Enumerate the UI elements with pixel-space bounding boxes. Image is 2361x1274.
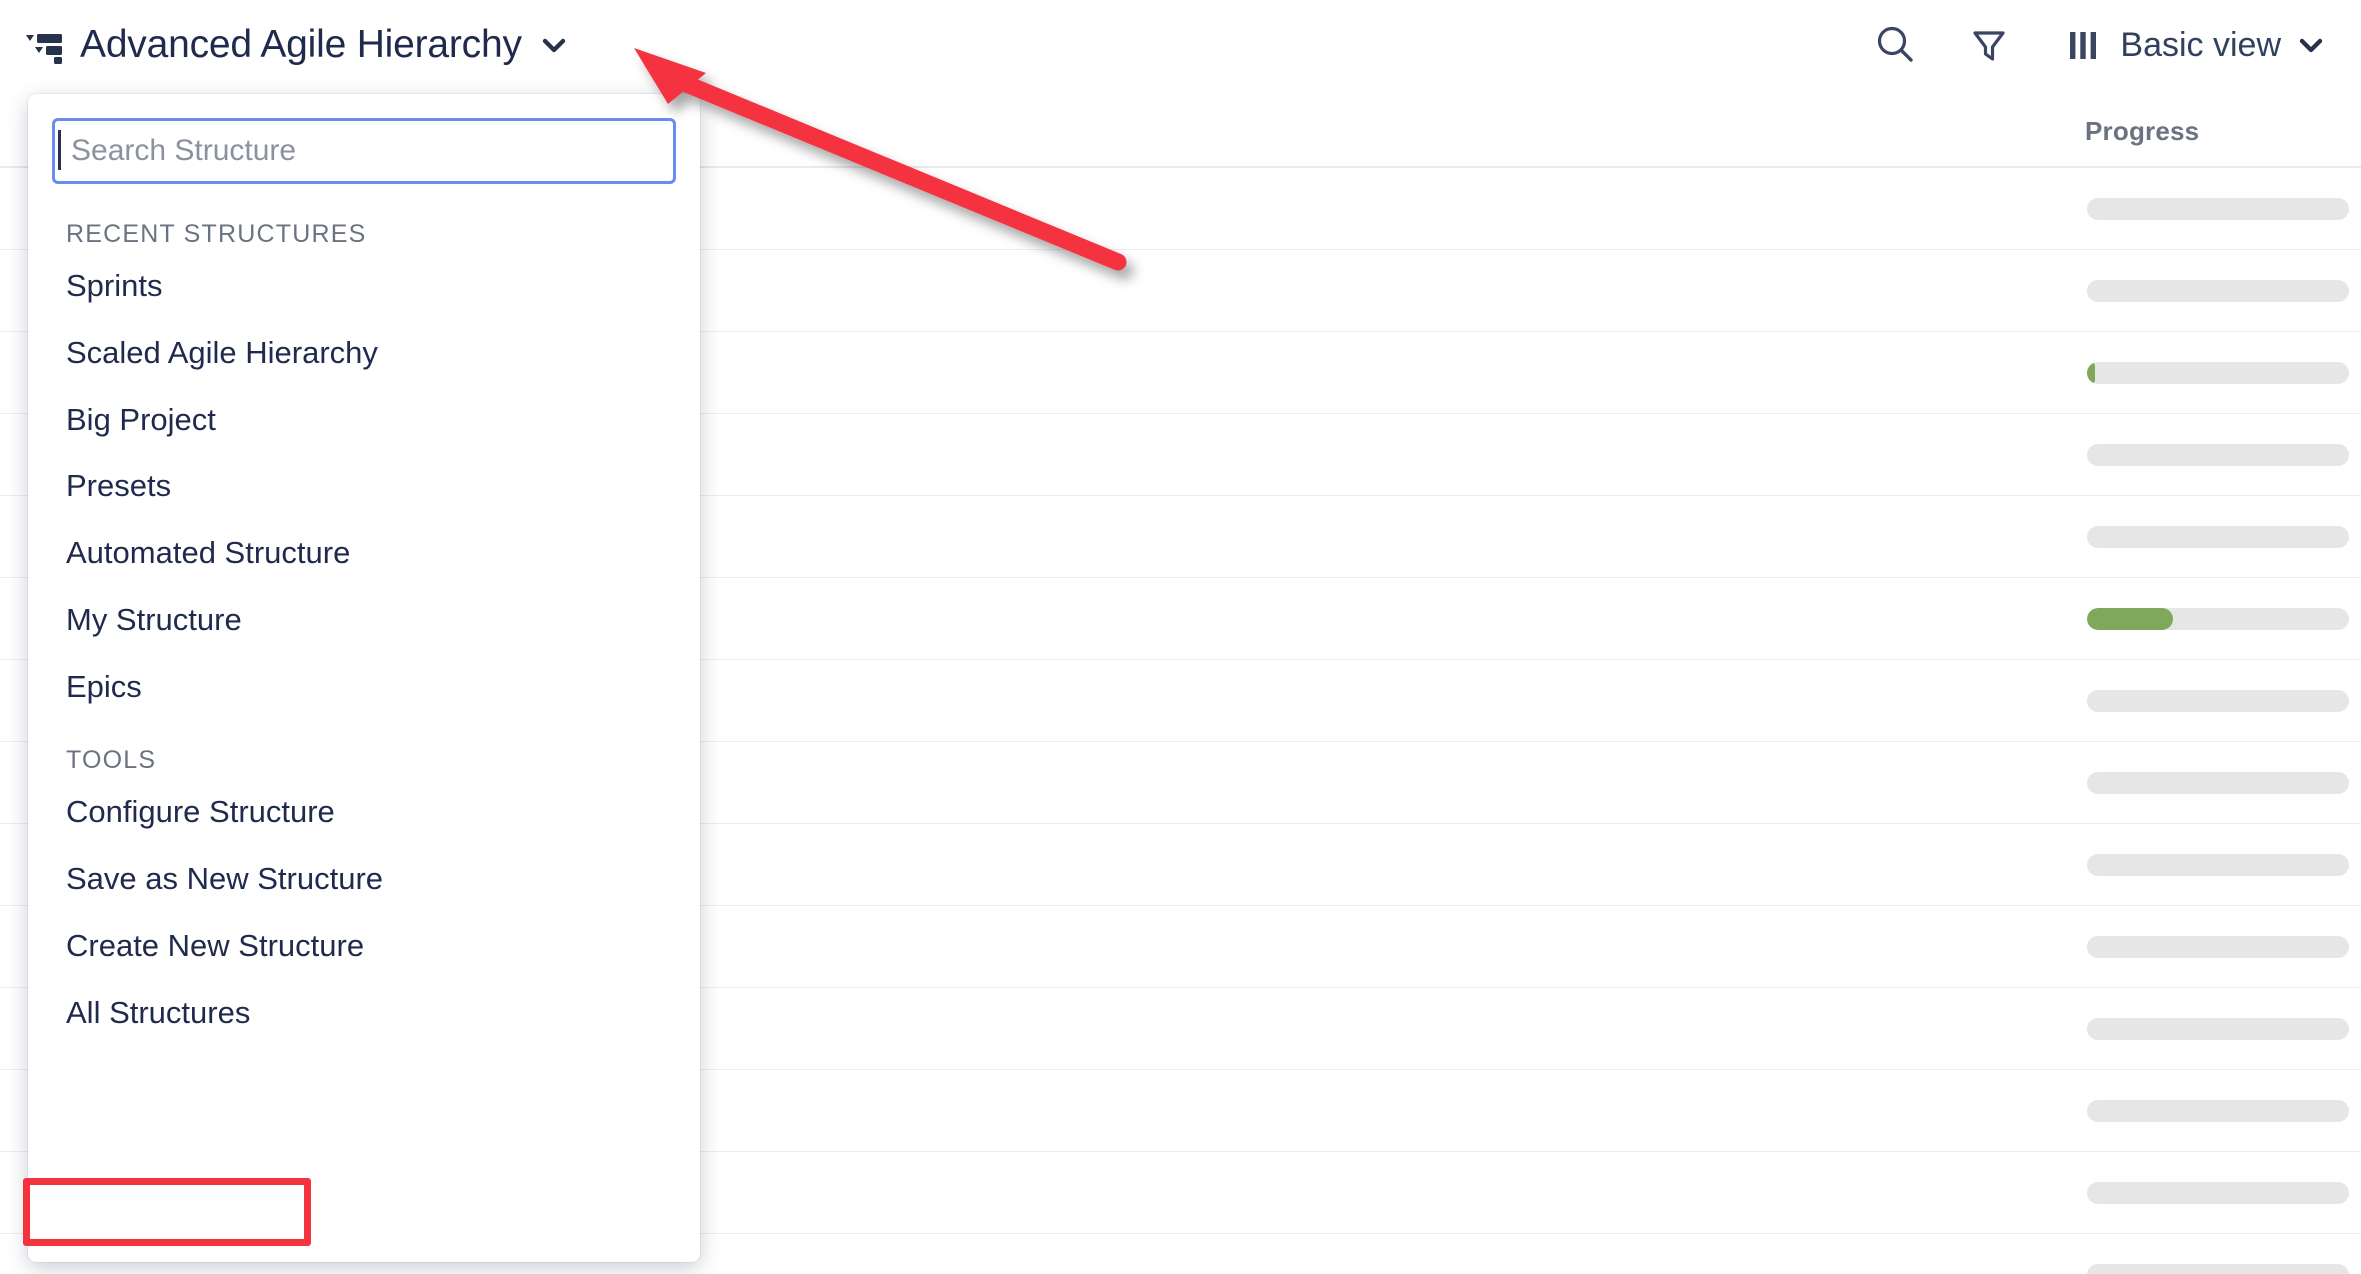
menu-section-label: TOOLS [66, 746, 157, 775]
progress-bar [2087, 607, 2349, 630]
progress-bar [2087, 361, 2349, 384]
menu-item-all-structures[interactable]: All Structures [28, 980, 700, 1047]
chevron-down-icon[interactable] [540, 31, 568, 59]
structure-dropdown-menu: RECENT STRUCTURES SprintsScaled Agile Hie… [28, 94, 700, 1262]
search-field-wrapper [28, 94, 700, 194]
search-input[interactable] [52, 118, 676, 184]
columns-icon [2060, 22, 2106, 68]
structure-hierarchy-icon [24, 25, 64, 65]
progress-bar [2087, 935, 2349, 958]
toolbar-actions: Basic view [1872, 22, 2325, 68]
progress-bar [2087, 1263, 2349, 1274]
page-title: Advanced Agile Hierarchy [80, 23, 522, 66]
search-icon[interactable] [1872, 22, 1918, 68]
progress-bar [2087, 689, 2349, 712]
structure-app-window: Progress cant Epicportant subtasker Init… [0, 0, 2361, 1274]
menu-section-label: RECENT STRUCTURES [66, 220, 367, 248]
menu-item-automated-structure[interactable]: Automated Structure [28, 520, 700, 587]
progress-bar [2087, 771, 2349, 794]
structure-selector[interactable]: Advanced Agile Hierarchy [24, 23, 568, 67]
filter-funnel-icon[interactable] [1966, 22, 2012, 68]
column-header-progress[interactable]: Progress [2085, 116, 2199, 147]
menu-item-create-new-structure[interactable]: Create New Structure [28, 913, 700, 980]
menu-item-epics[interactable]: Epics [28, 654, 700, 721]
progress-bar [2087, 1181, 2349, 1204]
progress-bar [2087, 525, 2349, 548]
menu-item-presets[interactable]: Presets [28, 453, 700, 520]
chevron-down-icon[interactable] [2297, 31, 2325, 59]
progress-bar [2087, 197, 2349, 220]
menu-item-big-project[interactable]: Big Project [28, 387, 700, 454]
menu-sections: RECENT STRUCTURES Sprints Scaled Agile Hie… [28, 194, 700, 1046]
text-cursor [58, 130, 61, 170]
progress-bar [2087, 853, 2349, 876]
menu-item-save-as-new-structure[interactable]: Save as New Structure [28, 846, 700, 913]
toolbar: Advanced Agile Hierarchy Basic view [0, 0, 2361, 90]
menu-item-my-structure[interactable]: My Structure [28, 587, 700, 654]
view-switcher-label: Basic view [2120, 25, 2281, 64]
progress-bar [2087, 1017, 2349, 1040]
view-switcher[interactable]: Basic view [2060, 22, 2325, 68]
menu-item-configure-structure[interactable]: Configure Structure [28, 779, 700, 846]
progress-bar [2087, 443, 2349, 466]
progress-bar-fill [2087, 607, 2174, 630]
progress-bar [2087, 279, 2349, 302]
menu-item-sprints[interactable]: Sprints [28, 253, 700, 320]
progress-bar-fill [2087, 361, 2095, 384]
menu-item-scaled-agile-hierarchy[interactable]: Scaled Agile Hierarchy [28, 320, 700, 387]
progress-bar [2087, 1099, 2349, 1122]
